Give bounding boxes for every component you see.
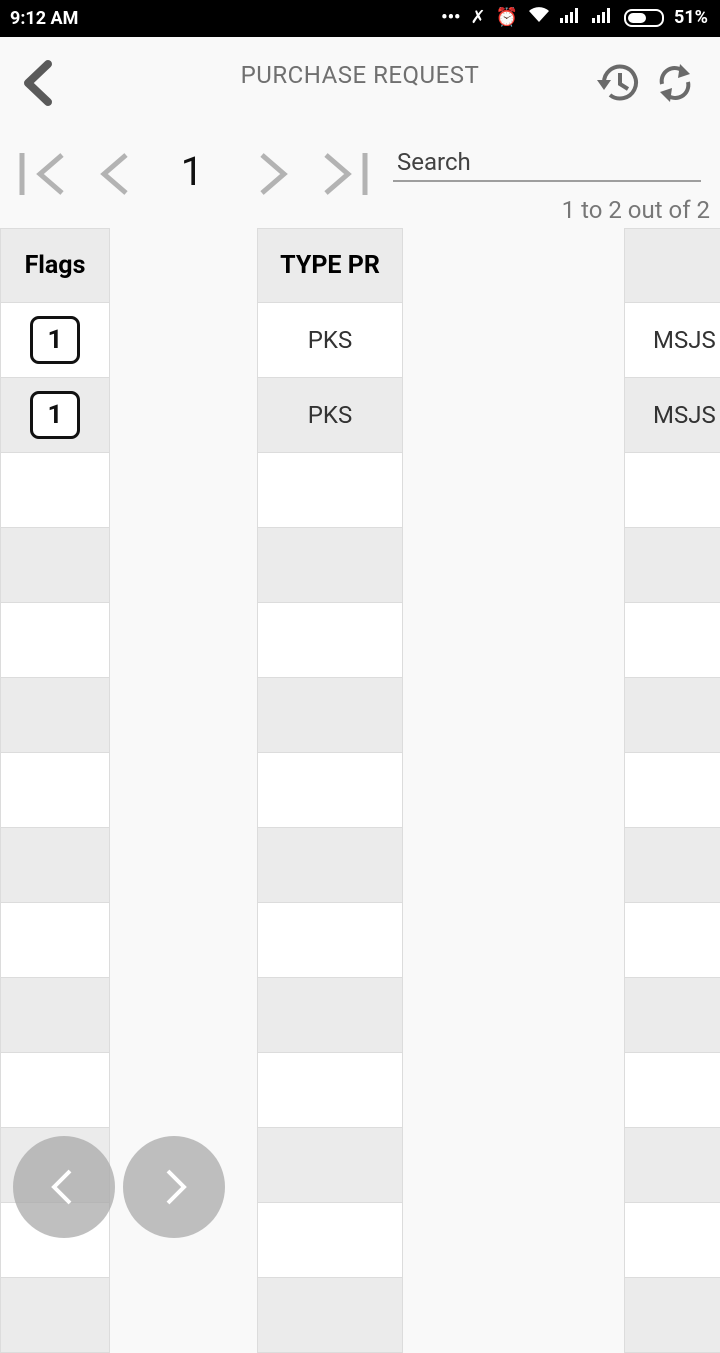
search-input[interactable] bbox=[393, 144, 701, 182]
table-cell bbox=[624, 678, 720, 753]
table-cell bbox=[624, 903, 720, 978]
table-cell bbox=[257, 1203, 403, 1278]
first-page-button[interactable] bbox=[18, 145, 68, 205]
table-cell bbox=[257, 828, 403, 903]
table-cell bbox=[624, 453, 720, 528]
table-cell bbox=[0, 528, 110, 603]
history-icon bbox=[597, 64, 638, 101]
battery-icon bbox=[624, 8, 665, 27]
table-cell bbox=[0, 753, 110, 828]
chevron-right-icon bbox=[166, 1169, 187, 1205]
refresh-icon bbox=[659, 64, 691, 102]
current-page-number: 1 bbox=[180, 148, 204, 195]
table-cell bbox=[0, 1053, 110, 1128]
table-cell bbox=[0, 453, 110, 528]
table-cell bbox=[624, 753, 720, 828]
table-cell[interactable]: 1 bbox=[0, 378, 110, 453]
chevron-left-icon bbox=[100, 153, 128, 195]
table-cell bbox=[257, 978, 403, 1053]
table-cell[interactable]: MSJS bbox=[624, 378, 720, 453]
signal-icon bbox=[592, 7, 614, 28]
scroll-right-button[interactable] bbox=[123, 1136, 225, 1238]
table-cell bbox=[257, 1278, 403, 1353]
wifi-icon bbox=[528, 6, 550, 29]
table-cell bbox=[257, 603, 403, 678]
table-cell bbox=[257, 753, 403, 828]
status-icons: ••• ✗ ⏰ 51% bbox=[441, 6, 708, 29]
table-cell bbox=[257, 1053, 403, 1128]
table-cell bbox=[0, 828, 110, 903]
table-cell bbox=[257, 528, 403, 603]
table-cell bbox=[624, 978, 720, 1053]
chevron-left-icon bbox=[51, 1169, 72, 1205]
table-cell bbox=[257, 1128, 403, 1203]
table-cell bbox=[624, 1128, 720, 1203]
prev-page-button[interactable] bbox=[98, 145, 132, 205]
table-cell[interactable]: 1 bbox=[0, 303, 110, 378]
table-cell[interactable]: MSJS bbox=[624, 303, 720, 378]
column-header-third[interactable] bbox=[624, 228, 720, 303]
table-cell bbox=[0, 903, 110, 978]
last-page-icon bbox=[324, 153, 368, 195]
table-cell[interactable]: PKS bbox=[257, 303, 403, 378]
table-cell bbox=[257, 453, 403, 528]
table-cell bbox=[257, 903, 403, 978]
next-page-button[interactable] bbox=[256, 145, 290, 205]
table-cell bbox=[624, 1053, 720, 1128]
column-header-type-pr[interactable]: TYPE PR bbox=[257, 228, 403, 303]
column-type-pr: TYPE PR PKS PKS bbox=[257, 228, 403, 1353]
table-cell bbox=[624, 1278, 720, 1353]
history-button[interactable] bbox=[594, 60, 642, 106]
table-cell bbox=[624, 603, 720, 678]
chevron-right-icon bbox=[260, 153, 288, 195]
status-time: 9:12 AM bbox=[10, 8, 79, 29]
column-third: MSJS MSJS bbox=[624, 228, 720, 1353]
table-cell[interactable]: PKS bbox=[257, 378, 403, 453]
table-cell bbox=[624, 828, 720, 903]
refresh-button[interactable] bbox=[654, 60, 696, 106]
results-range: 1 to 2 out of 2 bbox=[561, 196, 710, 224]
table-cell bbox=[624, 528, 720, 603]
signal-icon bbox=[560, 7, 582, 28]
status-bar: 9:12 AM ••• ✗ ⏰ 51% bbox=[0, 0, 720, 37]
flag-badge: 1 bbox=[30, 391, 80, 439]
more-icon: ••• bbox=[441, 6, 461, 28]
flag-badge: 1 bbox=[30, 316, 80, 364]
scroll-left-button[interactable] bbox=[13, 1136, 115, 1238]
table-cell bbox=[257, 678, 403, 753]
first-page-icon bbox=[19, 153, 64, 195]
last-page-button[interactable] bbox=[320, 145, 370, 205]
column-header-flags[interactable]: Flags bbox=[0, 228, 110, 303]
table-cell bbox=[624, 1203, 720, 1278]
battery-percent: 51% bbox=[674, 7, 708, 28]
alarm-icon: ⏰ bbox=[495, 6, 519, 28]
table-cell bbox=[0, 978, 110, 1053]
table-cell bbox=[0, 603, 110, 678]
table-cell bbox=[0, 1278, 110, 1353]
mute-icon: ✗ bbox=[470, 6, 486, 28]
table-cell bbox=[0, 678, 110, 753]
